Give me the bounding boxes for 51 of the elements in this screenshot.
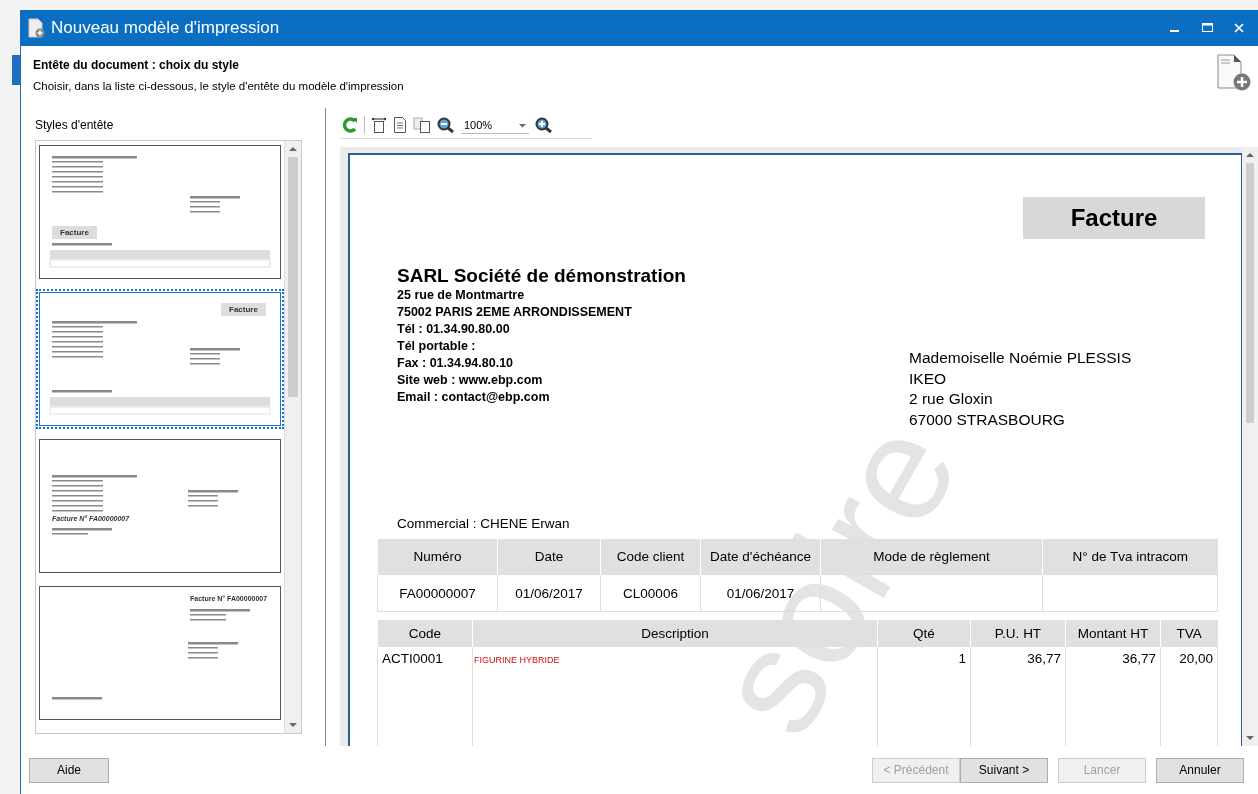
wizard-button[interactable]: Suivant > <box>960 757 1048 783</box>
zoom-in-icon[interactable] <box>535 117 553 133</box>
new-document-icon <box>1216 54 1252 92</box>
table-cell: 01/06/2017 <box>515 585 583 601</box>
column-header: Montant HT <box>1065 620 1161 647</box>
wizard-button[interactable]: Annuler <box>1156 757 1244 783</box>
company-detail: Email : contact@ebp.com <box>397 389 551 406</box>
company-detail: Fax : 01.34.94.80.10 <box>397 355 515 372</box>
invoice-title: Facture <box>1023 197 1205 239</box>
recipient-line: IKEO <box>909 368 948 389</box>
header-style-option[interactable]: Facture <box>39 292 281 426</box>
column-header: Numéro <box>377 539 498 575</box>
zoom-dropdown[interactable]: 100% <box>461 116 529 134</box>
scrollbar[interactable] <box>1242 147 1258 746</box>
wizard-button[interactable]: Aide <box>29 757 109 783</box>
window-title: Nouveau modèle d'impression <box>51 18 281 38</box>
scrollbar-thumb[interactable] <box>288 157 298 397</box>
page-width-icon[interactable] <box>371 117 387 133</box>
table-cell: ACTI0001 <box>382 651 443 666</box>
column-header: Code <box>377 620 473 647</box>
step-description: Choisir, dans la liste ci-dessous, le style d'entête du modèle d'impression <box>33 80 405 92</box>
document-icon <box>27 18 45 38</box>
scrollbar[interactable] <box>284 141 301 733</box>
column-header: P.U. HT <box>970 620 1066 647</box>
column-header: Code client <box>600 539 701 575</box>
page-icon[interactable] <box>393 117 407 133</box>
column-header: N° de Tva intracom <box>1042 539 1218 575</box>
company-detail: 75002 PARIS 2EME ARRONDISSEMENT <box>397 304 633 321</box>
zoom-out-icon[interactable] <box>437 117 455 133</box>
recipient-line: Mademoiselle Noémie PLESSIS <box>909 348 1132 368</box>
header-style-option[interactable]: Facture <box>39 145 281 279</box>
table-cell: FA00000007 <box>399 585 476 601</box>
two-pages-icon[interactable] <box>413 117 431 133</box>
thumbnail-title: Facture <box>221 303 266 316</box>
company-name: SARL Société de démonstration <box>397 265 687 287</box>
table-cell: 36,77 <box>1027 651 1061 666</box>
refresh-icon[interactable] <box>342 117 358 133</box>
styles-label: Styles d'entête <box>35 118 115 132</box>
table-cell: 20,00 <box>1179 651 1213 666</box>
column-header: TVA <box>1160 620 1218 647</box>
scrollbar-thumb[interactable] <box>1246 163 1254 423</box>
table-cell: FIGURINE HYBRIDE <box>474 655 560 665</box>
company-detail: 25 rue de Montmartre <box>397 287 526 304</box>
company-detail: Tél : 01.34.90.80.00 <box>397 321 511 338</box>
company-detail: Tél portable : <box>397 338 477 355</box>
company-detail: Site web : www.ebp.com <box>397 372 544 389</box>
step-title: Entête du document : choix du style <box>33 58 241 72</box>
table-cell: CL00006 <box>623 585 678 601</box>
thumbnail-title: Facture <box>52 226 97 239</box>
table-cell: 36,77 <box>1122 651 1156 666</box>
column-header: Date <box>497 539 601 575</box>
